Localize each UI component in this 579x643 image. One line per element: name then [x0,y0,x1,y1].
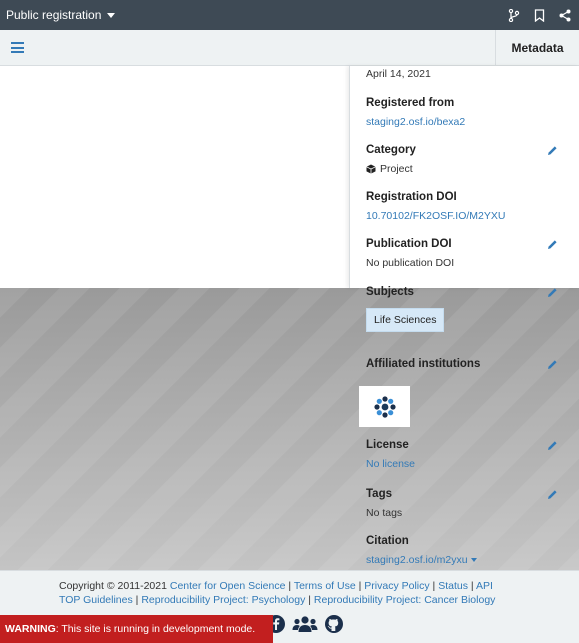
branch-icon[interactable] [508,8,520,22]
bookmark-icon[interactable] [534,8,545,22]
edit-publication-doi-pencil-icon[interactable] [547,239,558,253]
category-section: Category Project [366,144,566,175]
separator: | [135,594,139,606]
license-link[interactable]: No license [366,458,566,470]
separator: | [432,580,436,592]
status-link[interactable]: Status [438,580,468,592]
registration-doi-link[interactable]: 10.70102/FK2OSF.IO/M2YXU [366,210,566,222]
category-value-row: Project [366,163,566,175]
citation-label: Citation [366,535,409,547]
registration-doi-section: Registration DOI 10.70102/FK2OSF.IO/M2YX… [366,191,566,222]
api-link[interactable]: API [476,580,493,592]
affiliated-section: Affiliated institutions [366,358,566,370]
citation-link: staging2.osf.io/m2yxu [366,554,468,566]
separator: | [470,580,474,592]
metadata-tab[interactable]: Metadata [495,30,579,66]
main-content-area [0,66,349,288]
separator: | [358,580,362,592]
registration-title: Public registration [6,8,102,22]
registered-from-label: Registered from [366,97,455,109]
category-value: Project [380,163,413,175]
terms-link[interactable]: Terms of Use [294,580,356,592]
category-label: Category [366,144,416,156]
hamburger-icon[interactable] [11,42,24,53]
share-icon[interactable] [559,9,571,22]
registered-from-link[interactable]: staging2.osf.io/bexa2 [366,116,566,128]
social-links [266,614,344,637]
subjects-label: Subjects [366,286,414,298]
footer-line-1: Copyright © 2011-2021 Center for Open Sc… [59,580,493,592]
publication-doi-label: Publication DOI [366,238,452,250]
publication-doi-section: Publication DOI No publication DOI [366,238,566,269]
date-value: April 14, 2021 [366,68,431,80]
warning-label: WARNING [5,623,56,635]
affiliated-label: Affiliated institutions [366,358,481,370]
caret-down-icon [470,558,477,562]
top-navbar: Public registration [0,0,579,30]
topbar-actions [508,0,571,30]
citation-dropdown[interactable]: staging2.osf.io/m2yxu [366,554,566,566]
dev-mode-warning: WARNING : This site is running in develo… [0,615,273,643]
edit-category-pencil-icon[interactable] [547,145,571,159]
github-icon[interactable] [324,614,344,637]
top-guidelines-link[interactable]: TOP Guidelines [59,594,133,606]
edit-license-pencil-icon[interactable] [547,440,558,454]
warning-text: : This site is running in development mo… [55,623,256,635]
footer-line-2: TOP Guidelines | Reproducibility Project… [59,594,495,606]
registration-date: April 14, 2021 [366,68,566,80]
registered-from-section: Registered from staging2.osf.io/bexa2 [366,97,566,128]
cos-link[interactable]: Center for Open Science [170,580,286,592]
registration-dropdown[interactable]: Public registration [6,8,116,22]
subjects-section: Subjects Life Sciences [366,286,566,332]
cube-icon [366,164,376,174]
separator: | [288,580,292,592]
copyright-text: Copyright © 2011-2021 [59,580,167,592]
institution-logo[interactable] [359,386,410,427]
tags-value: No tags [366,507,403,519]
registration-doi-label: Registration DOI [366,191,457,203]
edit-affiliated-pencil-icon[interactable] [547,359,558,373]
license-label: License [366,439,409,451]
secondary-navbar: Metadata [0,30,579,66]
tags-section: Tags No tags [366,488,566,519]
group-icon[interactable] [292,614,318,637]
publication-doi-value: No publication DOI [366,257,455,269]
license-section: License No license [366,439,566,470]
rp-cancer-link[interactable]: Reproducibility Project: Cancer Biology [314,594,496,606]
edit-tags-pencil-icon[interactable] [547,489,558,503]
citation-section: Citation staging2.osf.io/m2yxu [366,535,566,566]
caret-down-icon [107,12,116,18]
cos-logo-icon [373,395,396,418]
rp-psychology-link[interactable]: Reproducibility Project: Psychology [141,594,305,606]
subject-chip[interactable]: Life Sciences [366,308,445,332]
edit-subjects-pencil-icon[interactable] [547,287,558,301]
tags-label: Tags [366,488,392,500]
separator: | [308,594,311,606]
privacy-link[interactable]: Privacy Policy [364,580,429,592]
